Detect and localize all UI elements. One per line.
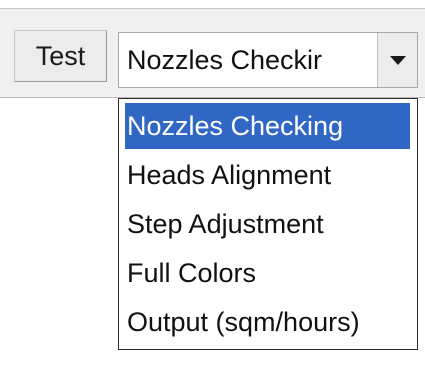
- option-full-colors[interactable]: Full Colors: [125, 250, 417, 296]
- test-button[interactable]: Test: [14, 30, 107, 82]
- dropdown-list: Nozzles Checking Heads Alignment Step Ad…: [118, 98, 418, 350]
- test-type-select[interactable]: Nozzles Checkir: [118, 32, 418, 88]
- option-step-adjustment[interactable]: Step Adjustment: [125, 201, 417, 247]
- chevron-down-icon: [389, 56, 406, 65]
- option-nozzles-checking[interactable]: Nozzles Checking: [125, 103, 410, 149]
- select-current-value: Nozzles Checkir: [127, 45, 323, 75]
- select-dropdown-button[interactable]: [377, 33, 417, 87]
- option-output-sqm-hours[interactable]: Output (sqm/hours): [125, 299, 417, 345]
- option-heads-alignment[interactable]: Heads Alignment: [125, 152, 417, 198]
